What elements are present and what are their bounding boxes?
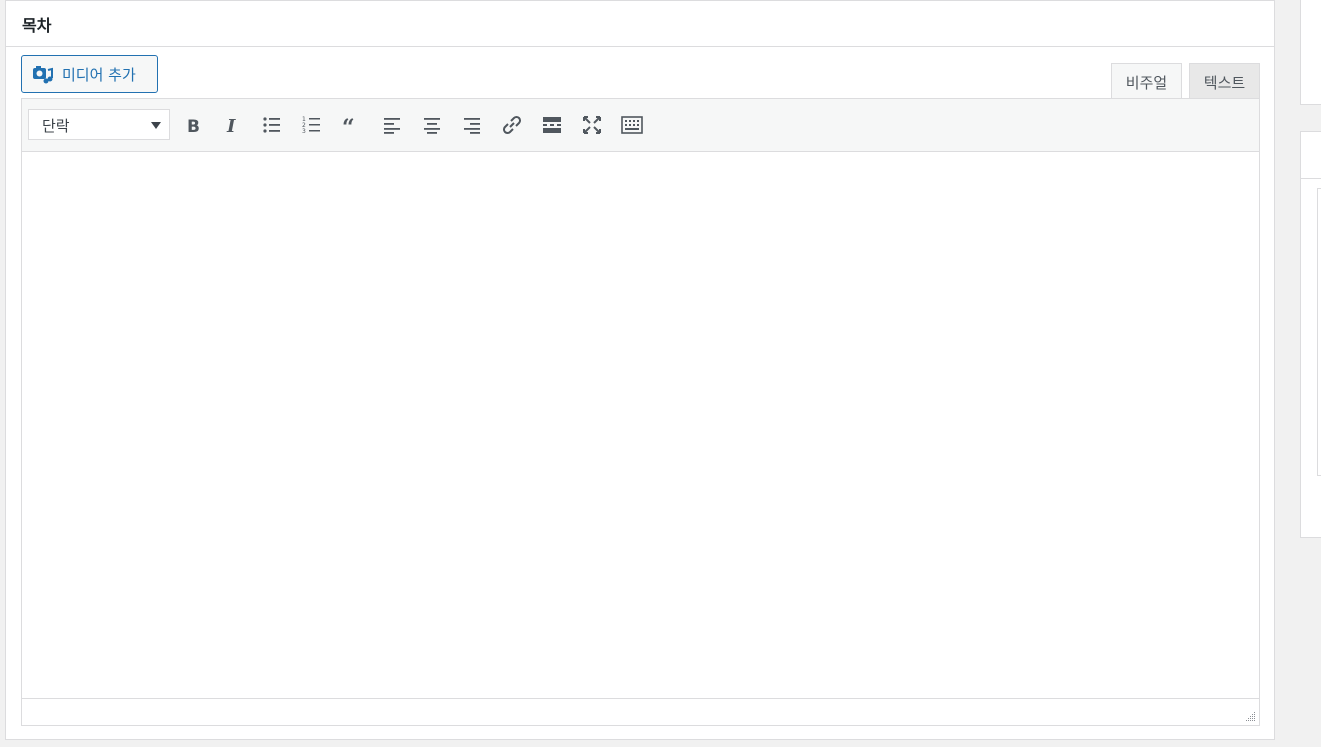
add-media-icon	[32, 63, 54, 85]
italic-icon: I	[226, 116, 236, 136]
fullscreen-button[interactable]	[578, 111, 606, 139]
align-center-icon	[424, 118, 440, 134]
format-select[interactable]: 단락	[28, 109, 170, 140]
svg-text:“: “	[342, 115, 355, 136]
editor-content-area[interactable]	[22, 152, 1259, 698]
svg-text:B: B	[187, 117, 200, 136]
add-media-button[interactable]: 미디어 추가	[21, 55, 158, 93]
blockquote-button[interactable]: “	[338, 111, 366, 139]
bulleted-list-icon	[263, 117, 280, 133]
bold-icon: B	[187, 117, 200, 136]
fullscreen-icon	[583, 116, 601, 134]
sidebar-metabox-2	[1300, 131, 1321, 538]
read-more-button[interactable]	[538, 111, 566, 139]
link-icon	[502, 115, 522, 135]
metabox-header: 목차	[6, 1, 1274, 47]
link-button[interactable]	[498, 111, 526, 139]
read-more-icon	[543, 117, 561, 133]
bold-button[interactable]: B	[179, 111, 207, 139]
editor: 단락 B I 1 2 3 “	[21, 98, 1260, 726]
metabox-title: 목차	[22, 16, 52, 35]
tab-visual[interactable]: 비주얼	[1111, 63, 1182, 100]
editor-toolbar: 단락 B I 1 2 3 “	[22, 99, 1259, 152]
chevron-down-icon	[151, 122, 161, 129]
toolbar-toggle-button[interactable]	[618, 111, 646, 139]
svg-text:3: 3	[302, 128, 306, 135]
align-left-icon	[384, 118, 400, 134]
bulleted-list-button[interactable]	[258, 111, 286, 139]
align-right-icon	[464, 118, 480, 134]
align-right-button[interactable]	[458, 111, 486, 139]
tab-text[interactable]: 텍스트	[1189, 63, 1260, 100]
align-left-button[interactable]	[378, 111, 406, 139]
svg-text:I: I	[226, 116, 236, 136]
sidebar-list-frame	[1317, 188, 1321, 476]
editor-statusbar	[22, 698, 1259, 725]
add-media-label: 미디어 추가	[62, 65, 136, 84]
align-center-button[interactable]	[418, 111, 446, 139]
format-select-value: 단락	[42, 117, 70, 135]
numbered-list-icon: 1 2 3	[302, 116, 320, 135]
sidebar-metabox-1	[1300, 0, 1321, 105]
keyboard-icon	[621, 116, 643, 134]
divider	[1301, 178, 1321, 179]
italic-button[interactable]: I	[219, 111, 247, 139]
toc-metabox: 목차 미디어 추가 비주얼 텍스트 단락 B I 1 2 3 “	[5, 0, 1275, 740]
quote-icon: “	[342, 115, 355, 136]
resize-handle-icon[interactable]	[1244, 710, 1256, 722]
numbered-list-button[interactable]: 1 2 3	[298, 111, 326, 139]
